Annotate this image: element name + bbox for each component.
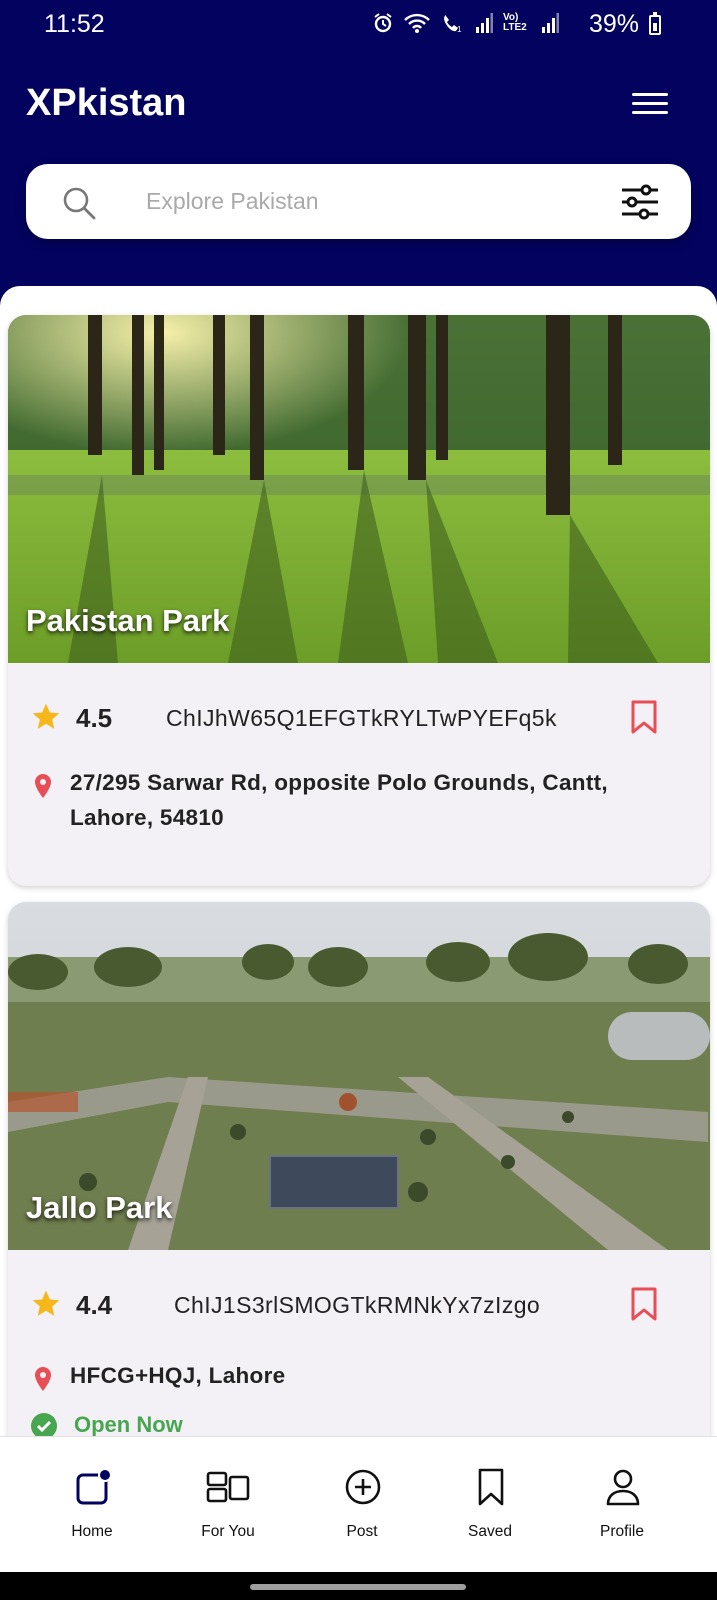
wifi-call-icon: 1	[444, 15, 462, 34]
saved-icon	[478, 1468, 504, 1506]
place-address: HFCG+HQJ, Lahore	[70, 1363, 286, 1388]
place-image: Jallo Park	[8, 902, 710, 1250]
search-input[interactable]	[118, 164, 598, 239]
address-row: 27/295 Sarwar Rd, opposite Polo Grounds,…	[8, 765, 710, 845]
place-image: Pakistan Park	[8, 315, 710, 663]
signal-icon-2	[542, 13, 559, 33]
place-address: 27/295 Sarwar Rd, opposite Polo Grounds,…	[70, 770, 608, 830]
post-icon	[345, 1469, 381, 1505]
home-indicator[interactable]	[250, 1584, 466, 1590]
bookmark-icon[interactable]	[630, 699, 658, 735]
nav-saved[interactable]: Saved	[430, 1437, 550, 1573]
places-list[interactable]: Pakistan Park 4.5 ChIJhW65Q1EFGTkRYLTwPY…	[0, 286, 717, 1436]
rating-value: 4.4	[76, 1290, 113, 1320]
nav-saved-label: Saved	[468, 1523, 512, 1540]
open-status-row: Open Now	[30, 1410, 230, 1436]
menu-icon	[632, 93, 668, 96]
place-card[interactable]: Jallo Park 4.4 ChIJ1S3rlSMOGTkRMNkYx7zIz…	[8, 902, 710, 1436]
status-time: 11:52	[44, 10, 105, 38]
place-name: Pakistan Park	[26, 603, 230, 638]
rating-row: 4.4 ChIJ1S3rlSMOGTkRMNkYx7zIzgo	[8, 1282, 710, 1326]
location-pin-icon	[35, 774, 51, 798]
nav-for-you-label: For You	[201, 1523, 255, 1540]
location-pin-icon	[35, 1367, 51, 1391]
nav-profile-label: Profile	[600, 1523, 644, 1540]
check-circle-icon	[31, 1413, 57, 1436]
place-id: ChIJ1S3rlSMOGTkRMNkYx7zIzgo	[174, 1292, 541, 1318]
app-title: XPkistan	[26, 82, 187, 124]
nav-home-label: Home	[71, 1523, 113, 1540]
place-card[interactable]: Pakistan Park 4.5 ChIJhW65Q1EFGTkRYLTwPY…	[8, 315, 710, 886]
bottom-navigation: Home For You Post Saved Profile	[0, 1436, 717, 1572]
nav-for-you[interactable]: For You	[168, 1437, 288, 1573]
system-nav-bar	[0, 1572, 717, 1600]
address-row: HFCG+HQJ, Lahore	[8, 1358, 710, 1398]
bookmark-icon[interactable]	[630, 1286, 658, 1322]
alarm-icon	[374, 13, 392, 33]
search-bar	[26, 164, 691, 239]
star-icon	[32, 703, 60, 729]
wifi-icon	[404, 13, 430, 33]
nav-post-label: Post	[346, 1523, 378, 1540]
battery-icon	[649, 12, 661, 35]
app-header: XPkistan	[0, 44, 717, 286]
for-you-icon	[206, 1471, 250, 1503]
menu-button[interactable]	[632, 93, 668, 117]
profile-icon	[606, 1469, 640, 1506]
nav-post[interactable]: Post	[302, 1437, 422, 1573]
rating-row: 4.5 ChIJhW65Q1EFGTkRYLTwPYEFq5k	[8, 695, 710, 739]
nav-profile[interactable]: Profile	[562, 1437, 682, 1573]
signal-icon-1	[476, 13, 493, 33]
svg-text:1: 1	[457, 25, 462, 34]
network-label: Vo) LTE2	[503, 12, 527, 33]
star-icon	[32, 1290, 60, 1316]
status-icons: 1 Vo) LTE2	[373, 12, 559, 34]
filter-icon[interactable]	[620, 184, 660, 220]
search-icon[interactable]	[62, 186, 96, 220]
open-status: Open Now	[74, 1412, 183, 1436]
home-icon	[76, 1468, 112, 1505]
rating-value: 4.5	[76, 703, 113, 733]
place-name: Jallo Park	[26, 1190, 173, 1225]
place-id: ChIJhW65Q1EFGTkRYLTwPYEFq5k	[166, 705, 557, 731]
nav-home[interactable]: Home	[32, 1437, 152, 1573]
status-bar: 11:52 1 Vo) LTE2 39%	[0, 0, 717, 44]
battery-percentage: 39%	[588, 10, 639, 38]
